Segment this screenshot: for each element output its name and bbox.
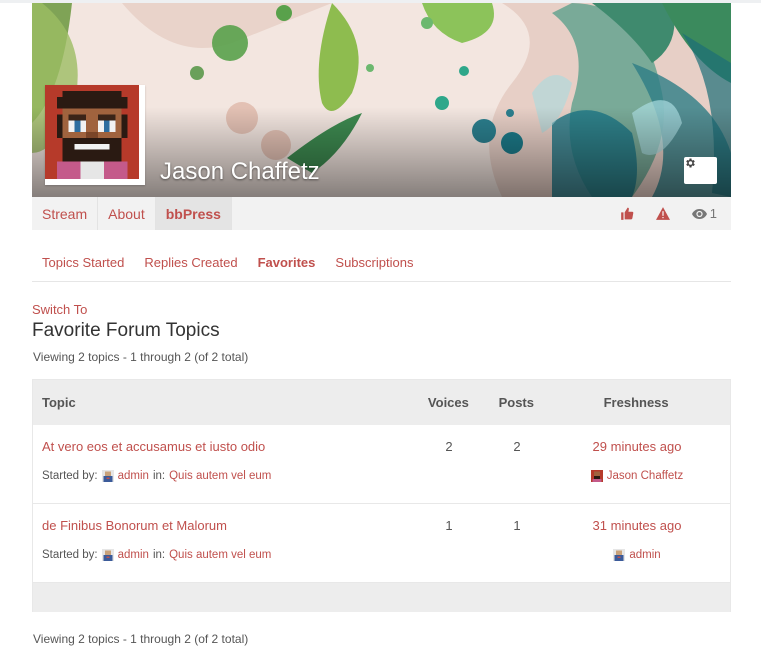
tab-subscriptions[interactable]: Subscriptions	[325, 252, 423, 281]
forum-link[interactable]: Quis autem vel eum	[169, 470, 271, 482]
table-header: Topic Voices Posts Freshness	[33, 380, 730, 425]
forum-link[interactable]: Quis autem vel eum	[169, 549, 271, 561]
table-row: At vero eos et accusamus et iusto odio 2…	[33, 425, 730, 504]
table-row: de Finibus Bonorum et Malorum 1 1 31 min…	[33, 504, 730, 583]
header-topic: Topic	[42, 395, 76, 410]
freshness-link[interactable]: 31 minutes ago	[543, 518, 731, 533]
pagination-count-top: Viewing 2 topics - 1 through 2 (of 2 tot…	[33, 350, 249, 364]
nav-bbpress[interactable]: bbPress	[155, 197, 232, 230]
switch-to-link[interactable]: Switch To	[32, 302, 87, 317]
started-by-label: Started by:	[42, 549, 98, 561]
last-post-author: admin	[543, 549, 731, 561]
table-footer	[33, 583, 730, 612]
warning-icon	[655, 207, 670, 220]
freshness-link[interactable]: 29 minutes ago	[543, 439, 731, 454]
page-title: Favorite Forum Topics	[32, 320, 220, 341]
author-link[interactable]: admin	[118, 549, 149, 561]
profile-actions: 1	[620, 197, 717, 230]
pixel-avatar	[45, 85, 139, 179]
profile-avatar[interactable]	[45, 85, 145, 185]
profile-name: Jason Chaffetz	[160, 158, 320, 185]
voices-count: 1	[445, 518, 453, 533]
topic-meta: Started by: admin in: Quis autem vel eum	[42, 470, 271, 482]
tab-topics-started[interactable]: Topics Started	[32, 252, 134, 281]
last-author-link[interactable]: Jason Chaffetz	[607, 470, 684, 482]
header-freshness: Freshness	[603, 395, 669, 410]
report-button[interactable]	[655, 207, 670, 220]
in-label: in:	[152, 470, 166, 482]
author-avatar-icon[interactable]	[101, 549, 114, 561]
topic-title-link[interactable]: de Finibus Bonorum et Malorum	[42, 518, 227, 533]
posts-count: 2	[513, 439, 521, 454]
tab-favorites[interactable]: Favorites	[248, 252, 326, 290]
bbpress-subtabs: Topics Started Replies Created Favorites…	[32, 252, 731, 290]
posts-count: 1	[513, 518, 521, 533]
header-voices: Voices	[427, 395, 469, 410]
header-posts: Posts	[498, 395, 534, 410]
profile-nav: Stream About bbPress 1	[32, 197, 731, 230]
voices-count: 2	[445, 439, 453, 454]
last-author-avatar-icon[interactable]	[590, 470, 603, 482]
nav-stream[interactable]: Stream	[32, 197, 99, 230]
eye-icon	[691, 208, 707, 219]
author-link[interactable]: admin	[118, 470, 149, 482]
tab-replies-created[interactable]: Replies Created	[134, 252, 247, 281]
nav-about[interactable]: About	[98, 197, 156, 230]
author-avatar-icon[interactable]	[101, 470, 114, 482]
settings-button[interactable]	[684, 157, 717, 184]
profile-cover: Jason Chaffetz	[32, 3, 731, 197]
last-post-author: Jason Chaffetz	[543, 470, 731, 482]
in-label: in:	[152, 549, 166, 561]
topic-meta: Started by: admin in: Quis autem vel eum	[42, 549, 271, 561]
like-button[interactable]	[620, 207, 634, 220]
topics-table: Topic Voices Posts Freshness At vero eos…	[32, 379, 731, 612]
thumbs-up-icon	[620, 207, 634, 220]
started-by-label: Started by:	[42, 470, 98, 482]
gear-icon	[686, 158, 695, 168]
views-count: 1	[709, 206, 717, 221]
topic-title-link[interactable]: At vero eos et accusamus et iusto odio	[42, 439, 265, 454]
pagination-count-bottom: Viewing 2 topics - 1 through 2 (of 2 tot…	[33, 632, 249, 646]
last-author-avatar-icon[interactable]	[613, 549, 626, 561]
views-indicator: 1	[691, 206, 717, 221]
last-author-link[interactable]: admin	[629, 549, 660, 561]
